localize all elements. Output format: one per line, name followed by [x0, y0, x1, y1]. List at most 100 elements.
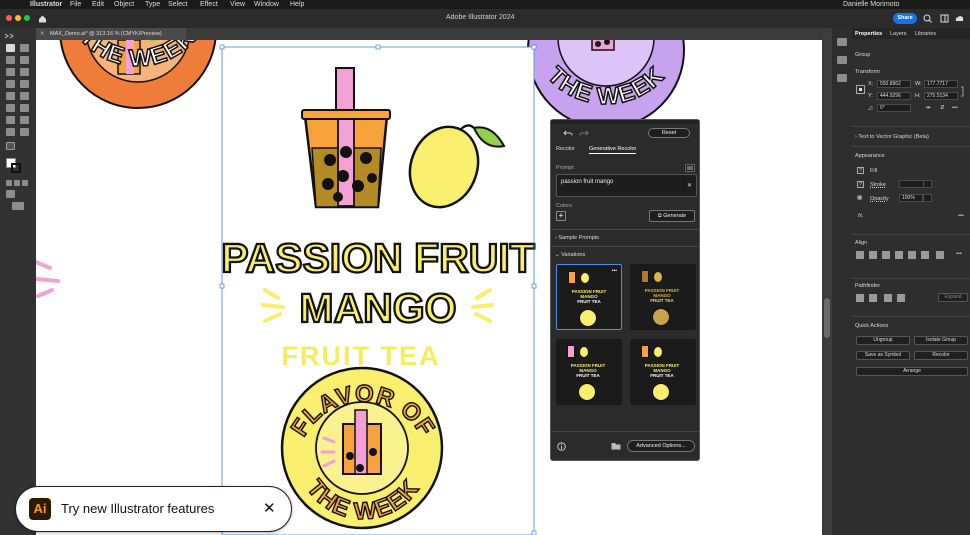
- artboard-tool-icon[interactable]: [6, 128, 15, 136]
- menu-object[interactable]: Object: [114, 0, 134, 9]
- minimize-window-button[interactable]: [15, 15, 21, 21]
- align-left-icon[interactable]: [856, 251, 864, 259]
- more-options-icon[interactable]: •••: [952, 105, 958, 111]
- panel-drag-handle[interactable]: [551, 120, 699, 124]
- x-field[interactable]: 550.8962: [877, 80, 911, 88]
- brush-tool-icon[interactable]: [20, 56, 29, 64]
- link-icon[interactable]: [960, 86, 967, 97]
- vertical-scrollbar[interactable]: [822, 28, 832, 535]
- width-field[interactable]: 177.7717: [924, 80, 958, 88]
- close-toast-icon[interactable]: ✕: [263, 498, 276, 520]
- try-new-features-toast[interactable]: Ai Try new Illustrator features ✕: [15, 486, 292, 532]
- prompt-menu-icon[interactable]: [685, 164, 695, 172]
- flavor-of-the-week-badge[interactable]: FLAVOR OF THE WEEK: [280, 366, 444, 530]
- tab-recolor[interactable]: Recolor: [556, 146, 575, 152]
- undo-icon[interactable]: [563, 129, 573, 137]
- sample-prompts-toggle[interactable]: › Sample Prompts: [555, 235, 599, 241]
- height-field[interactable]: 275.5134: [924, 92, 958, 100]
- menu-select[interactable]: Select: [168, 0, 187, 9]
- direct-selection-tool-icon[interactable]: [20, 44, 29, 52]
- rotate-tool-icon[interactable]: [20, 80, 29, 88]
- fx-button[interactable]: fx.: [858, 213, 864, 219]
- variations-toggle[interactable]: ⌄ Variations: [555, 252, 585, 258]
- opacity-field[interactable]: 100%: [899, 194, 923, 202]
- headline-passion-fruit[interactable]: PASSION FRUIT: [220, 234, 536, 282]
- type-tool-icon[interactable]: [6, 80, 15, 88]
- canvas[interactable]: THE WEEK THE WEEK: [36, 40, 822, 535]
- eyedropper-tool-icon[interactable]: [20, 116, 29, 124]
- pencil-tool-icon[interactable]: [20, 68, 29, 76]
- hand-tool-icon[interactable]: [20, 128, 29, 136]
- generate-button[interactable]: ⧉ Generate: [649, 210, 695, 222]
- scale-tool-icon[interactable]: [20, 92, 29, 100]
- advanced-options-button[interactable]: Advanced Options...: [627, 440, 695, 452]
- recolor-button[interactable]: Recolor: [914, 351, 968, 360]
- reference-point-icon[interactable]: [856, 85, 865, 94]
- toolbar-collapse-icon[interactable]: [3, 32, 33, 40]
- menu-window[interactable]: Window: [254, 0, 279, 9]
- search-icon[interactable]: [923, 14, 932, 23]
- tab-layers[interactable]: Layers: [890, 31, 907, 37]
- libraries-panel-icon[interactable]: [837, 56, 847, 64]
- add-color-button[interactable]: +: [556, 211, 566, 221]
- tab-libraries[interactable]: Libraries: [915, 31, 936, 37]
- screen-mode-icon[interactable]: [12, 202, 24, 210]
- stroke-label[interactable]: Stroke: [870, 182, 886, 188]
- shape-builder-tool-icon[interactable]: [20, 104, 29, 112]
- edit-toolbar-icon[interactable]: [6, 142, 15, 150]
- draw-mode-icon[interactable]: [6, 190, 15, 198]
- stroke-indicator[interactable]: ?: [857, 181, 864, 188]
- panels-icon[interactable]: [940, 14, 949, 23]
- cloud-icon[interactable]: [955, 14, 964, 23]
- isolate-group-button[interactable]: Isolate Group: [914, 336, 968, 345]
- redo-icon[interactable]: [579, 129, 589, 137]
- partial-badge-right[interactable]: THE WEEK: [527, 40, 685, 129]
- artwork-canvas[interactable]: THE WEEK THE WEEK: [36, 40, 822, 535]
- zoom-window-button[interactable]: [24, 15, 30, 21]
- intersect-icon[interactable]: [884, 294, 892, 302]
- align-top-icon[interactable]: [895, 251, 903, 259]
- menu-app-name[interactable]: Illustrator: [30, 0, 62, 9]
- ungroup-button[interactable]: Ungroup: [856, 336, 910, 345]
- opacity-label[interactable]: Opacity: [870, 196, 889, 202]
- variation-thumbnail-3[interactable]: PASSION FRUIT MANGO FRUIT TEA: [556, 339, 622, 405]
- close-window-button[interactable]: [6, 15, 12, 21]
- exclude-icon[interactable]: [897, 294, 905, 302]
- menu-help[interactable]: Help: [290, 0, 304, 9]
- gradient-tool-icon[interactable]: [6, 116, 15, 124]
- clear-prompt-icon[interactable]: ✕: [687, 182, 692, 189]
- variation-thumbnail-4[interactable]: PASSION FRUIT MANGO FRUIT TEA: [630, 339, 696, 405]
- layers-panel-icon[interactable]: [837, 74, 847, 82]
- appearance-more-icon[interactable]: •••: [958, 213, 964, 219]
- subtitle-fruit-tea[interactable]: FRUIT TEA: [282, 341, 441, 371]
- stroke-weight-dropdown[interactable]: [923, 180, 932, 188]
- align-center-icon[interactable]: [869, 251, 877, 259]
- info-icon[interactable]: [557, 442, 566, 451]
- align-more-icon[interactable]: •••: [956, 251, 962, 257]
- opacity-dropdown[interactable]: [923, 194, 932, 202]
- headline-mango[interactable]: MANGO: [298, 284, 457, 332]
- none-mode-icon[interactable]: [22, 180, 28, 186]
- menu-effect[interactable]: Effect: [200, 0, 218, 9]
- rectangle-tool-icon[interactable]: [6, 68, 15, 76]
- y-field[interactable]: 444.9296: [877, 92, 911, 100]
- unite-icon[interactable]: [856, 294, 864, 302]
- align-right-icon[interactable]: [882, 251, 890, 259]
- angle-field[interactable]: 0°: [877, 104, 911, 112]
- tab-generative-recolor[interactable]: Generative Recolor: [589, 146, 637, 154]
- prompt-input[interactable]: passion fruit mango ✕: [556, 174, 697, 197]
- save-as-symbol-button[interactable]: Save as Symbol: [856, 351, 910, 360]
- text-to-vector-toggle[interactable]: › Text to Vector Graphic (Beta): [855, 134, 929, 140]
- stroke-swatch[interactable]: [11, 163, 21, 173]
- pen-tool-icon[interactable]: [6, 56, 15, 64]
- menu-type[interactable]: Type: [145, 0, 160, 9]
- eraser-tool-icon[interactable]: [6, 92, 15, 100]
- expand-button[interactable]: Expand: [938, 293, 968, 302]
- menu-file[interactable]: File: [70, 0, 81, 9]
- width-tool-icon[interactable]: [6, 104, 15, 112]
- home-icon[interactable]: [38, 14, 47, 23]
- menu-view[interactable]: View: [230, 0, 245, 9]
- menu-edit[interactable]: Edit: [92, 0, 104, 9]
- variation-thumbnail-2[interactable]: PASSION FRUIT MANGO FRUIT TEA: [630, 264, 696, 330]
- flip-horizontal-icon[interactable]: ⇹: [926, 105, 931, 111]
